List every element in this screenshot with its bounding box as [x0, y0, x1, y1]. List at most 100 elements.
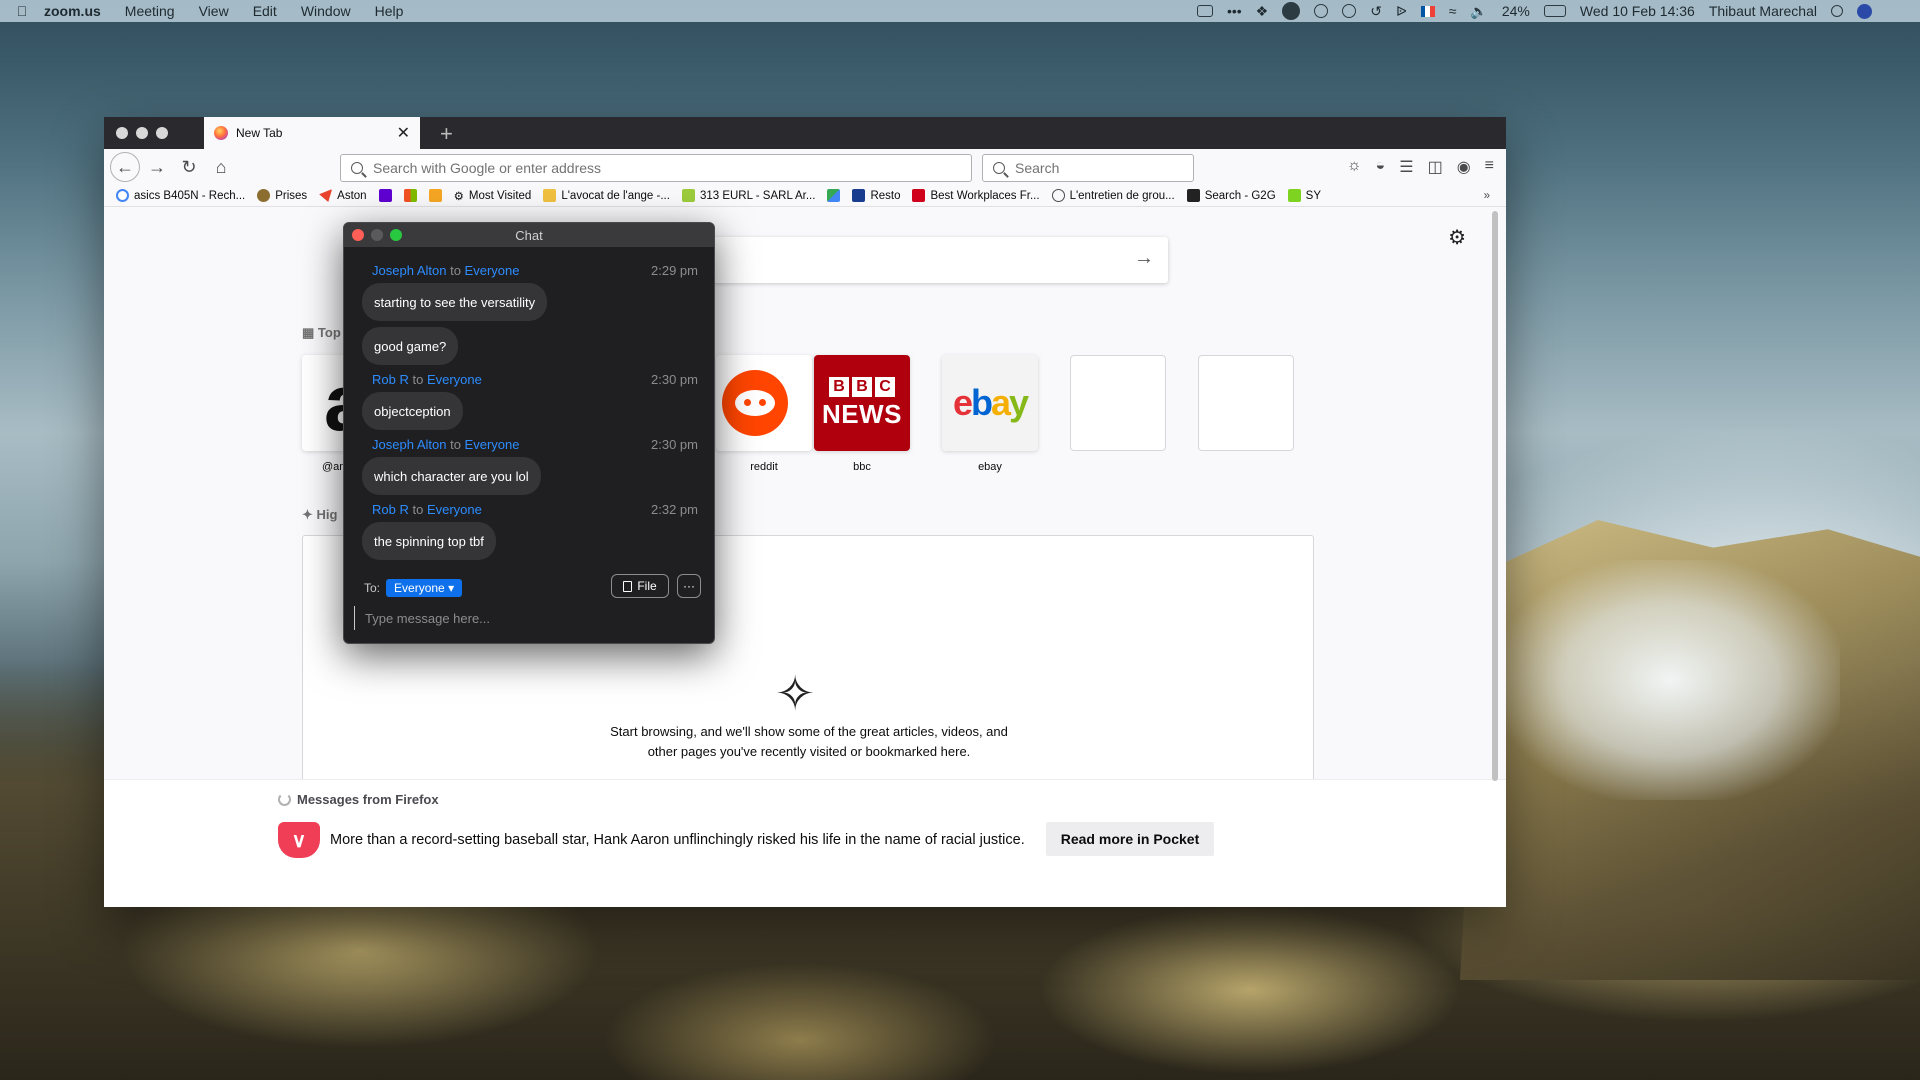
top-site-label: bbc	[853, 461, 871, 473]
top-site-empty[interactable]	[1070, 355, 1166, 451]
library-icon[interactable]: ☰	[1399, 157, 1413, 177]
chat-close-button[interactable]	[352, 229, 364, 241]
bookmark-item[interactable]: Search - G2G	[1186, 189, 1276, 202]
chat-bubble[interactable]: objectception	[362, 392, 463, 430]
chat-message-input[interactable]: Type message here...	[354, 606, 694, 630]
top-site-ebay[interactable]: ebay	[942, 355, 1038, 451]
bookmark-item[interactable]: L'entretien de grou...	[1051, 189, 1175, 202]
url-bar[interactable]: Search with Google or enter address	[340, 154, 972, 182]
chat-message-list[interactable]: Joseph Alton to Everyone 2:29 pm startin…	[344, 247, 714, 577]
account-icon[interactable]: ◉	[1457, 157, 1471, 177]
file-button[interactable]: File	[611, 574, 669, 598]
chevron-more-icon[interactable]: »	[1484, 190, 1506, 202]
bookmark-item[interactable]: Aston	[319, 189, 367, 202]
siri-icon[interactable]	[1857, 3, 1872, 19]
dots-status-icon[interactable]: •••	[1227, 3, 1242, 19]
reload-button[interactable]: ↻	[174, 152, 204, 182]
bluetooth-icon[interactable]: ᐉ	[1396, 3, 1407, 20]
volume-icon[interactable]: 🔈	[1470, 3, 1487, 20]
menubar-datetime[interactable]: Wed 10 Feb 14:36	[1580, 3, 1695, 19]
prises-icon	[257, 189, 271, 202]
top-site-reddit[interactable]	[716, 355, 812, 451]
battery-icon[interactable]	[1543, 5, 1566, 17]
menu-window[interactable]: Window	[301, 3, 351, 19]
bookmark-item[interactable]: ⚙ Most Visited	[454, 189, 532, 203]
french-flag-icon[interactable]	[1420, 5, 1435, 17]
accessibility-icon[interactable]	[1342, 4, 1357, 18]
scrollbar[interactable]	[1492, 211, 1500, 781]
recipient-dropdown[interactable]: Everyone ▾	[386, 579, 463, 597]
chat-bubble[interactable]: good game?	[362, 327, 459, 365]
bookmark-item[interactable]: asics B405N - Rech...	[116, 189, 245, 202]
menubar-user[interactable]: Thibaut Marechal	[1709, 3, 1817, 19]
bookmark-item[interactable]: L'avocat de l'ange -...	[543, 189, 670, 202]
top-site-bbc[interactable]: B B C NEWS	[814, 355, 910, 451]
zoom-status-icon[interactable]	[1196, 5, 1213, 17]
newtab-search-box[interactable]: →	[704, 237, 1168, 283]
recipient-name[interactable]: Everyone	[427, 502, 482, 517]
spotlight-icon[interactable]	[1831, 5, 1843, 17]
menu-help[interactable]: Help	[375, 3, 404, 19]
bookmark-item[interactable]: Resto	[852, 189, 900, 202]
back-button[interactable]: ←	[110, 152, 140, 182]
wifi-icon[interactable]: ≈	[1449, 3, 1457, 19]
time-machine-icon[interactable]: ↺	[1370, 3, 1382, 20]
profile-status-icon[interactable]	[1282, 2, 1301, 20]
sender-name[interactable]: Joseph Alton	[372, 263, 446, 278]
yahoo-icon	[378, 189, 392, 202]
chat-bubble[interactable]: the spinning top tbf	[362, 522, 496, 560]
close-window-button[interactable]	[116, 127, 128, 139]
new-tab-button[interactable]: +	[440, 121, 453, 147]
bookmark-item[interactable]: Best Workplaces Fr...	[912, 189, 1040, 202]
bookmark-label: Search - G2G	[1204, 189, 1276, 202]
chat-bubble[interactable]: starting to see the versatility	[362, 283, 548, 321]
chat-minimize-button[interactable]	[371, 229, 383, 241]
zoom-window-button[interactable]	[156, 127, 168, 139]
battery-percent[interactable]: 24%	[1502, 3, 1530, 19]
sender-name[interactable]: Joseph Alton	[372, 437, 446, 452]
menu-edit[interactable]: Edit	[253, 3, 277, 19]
recipient-name[interactable]: Everyone	[465, 437, 520, 452]
home-button[interactable]: ⌂	[206, 152, 236, 182]
recipient-name[interactable]: Everyone	[465, 263, 520, 278]
private-mask-icon[interactable]: ◒	[1376, 157, 1386, 177]
bookmark-item[interactable]	[378, 189, 392, 202]
chat-bubble[interactable]: which character are you lol	[362, 457, 541, 495]
hamburger-menu-icon[interactable]: ≡	[1485, 157, 1494, 177]
sync-status-icon[interactable]	[1314, 4, 1329, 18]
chat-titlebar[interactable]: Chat	[344, 223, 714, 247]
sender-name[interactable]: Rob R	[372, 372, 409, 387]
arrow-right-icon[interactable]: →	[1134, 247, 1154, 270]
sender-name[interactable]: Rob R	[372, 502, 409, 517]
theme-icon[interactable]: ☼	[1347, 157, 1362, 177]
bookmark-item[interactable]	[827, 189, 841, 202]
read-more-pocket-button[interactable]: Read more in Pocket	[1046, 822, 1214, 856]
forward-button[interactable]: →	[142, 152, 172, 182]
apple-menu-icon[interactable]: 	[0, 3, 44, 19]
wallpaper-mist	[1500, 560, 1840, 800]
bookmark-item[interactable]: 313 EURL - SARL Ar...	[681, 189, 815, 202]
chat-zoom-button[interactable]	[390, 229, 402, 241]
sparkle-icon: ✧	[775, 668, 816, 721]
more-options-button[interactable]: ···	[677, 574, 701, 598]
bookmark-item[interactable]	[403, 189, 417, 202]
recipient-name[interactable]: Everyone	[427, 372, 482, 387]
bookmark-item[interactable]	[428, 189, 442, 202]
close-tab-icon[interactable]: ✕	[397, 123, 410, 143]
top-site-empty[interactable]	[1198, 355, 1294, 451]
dropbox-icon[interactable]: ❖	[1256, 3, 1269, 20]
scrollbar-thumb[interactable]	[1492, 211, 1498, 781]
menu-app-name[interactable]: zoom.us	[44, 3, 101, 19]
bbc-letter: B	[852, 376, 872, 397]
bookmark-item[interactable]: Prises	[257, 189, 307, 202]
minimize-window-button[interactable]	[136, 127, 148, 139]
gear-icon[interactable]: ⚙	[1448, 225, 1466, 250]
aston-icon	[319, 189, 333, 202]
sidebar-icon[interactable]: ◫	[1428, 157, 1443, 177]
search-bar[interactable]: Search	[982, 154, 1194, 182]
new-tab-page: ⚙ → ▦ Top a @am reddit B B C NEWS bbc eb…	[104, 207, 1506, 907]
menu-view[interactable]: View	[199, 3, 229, 19]
menu-meeting[interactable]: Meeting	[125, 3, 175, 19]
bookmark-item[interactable]: SY	[1287, 189, 1321, 202]
tab-new-tab[interactable]: New Tab ✕	[204, 117, 420, 149]
